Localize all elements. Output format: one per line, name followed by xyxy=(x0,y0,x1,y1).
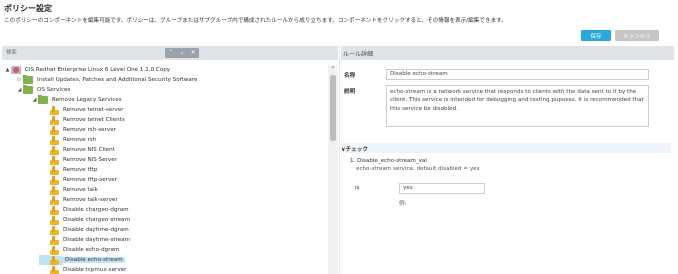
collapse-toggle-icon[interactable]: ◢ xyxy=(16,87,23,93)
tree-node-label: Install Updates, Patches and Additional … xyxy=(37,77,198,83)
rule-icon xyxy=(50,225,59,235)
tree-node-rule[interactable]: Disable tcpmux-server xyxy=(50,265,126,274)
tree-node-rule[interactable]: Remove tftp-server xyxy=(50,175,117,185)
check-section-header[interactable]: ∨チェック xyxy=(341,143,671,153)
group-folder-icon xyxy=(23,85,33,94)
page-description: このポリシーのコンポーネントを編集可能です。ポリシーは、グループまたはサブグルー… xyxy=(4,18,507,24)
tree-node-label: Remove tftp-server xyxy=(63,177,118,183)
tree-node-label: Remove Legacy Services xyxy=(52,97,122,103)
tree-node-label: Remove tftp xyxy=(63,167,98,173)
tree-node-label: Disable chargen-stream xyxy=(63,217,130,223)
rule-icon xyxy=(50,195,59,205)
rule-icon xyxy=(50,245,59,255)
tree-node-rule[interactable]: Remove tftp xyxy=(50,165,97,175)
tree-node-label: Remove NIS Client xyxy=(63,147,115,153)
tree-node-label: Disable echo-stream xyxy=(63,257,125,263)
tree-node-label: Remove rsh xyxy=(63,137,97,143)
page-title: ポリシー設定 xyxy=(4,4,52,13)
rule-icon xyxy=(50,105,59,115)
subgroup-folder-icon xyxy=(38,95,48,104)
expand-toggle-icon[interactable]: ▷ xyxy=(16,77,23,83)
rule-icon xyxy=(50,235,59,245)
save-button[interactable]: 保存 xyxy=(581,30,611,41)
tree-node-label: Disable tcpmux-server xyxy=(63,267,127,273)
panel-divider xyxy=(339,46,340,274)
tree-node-rule[interactable]: Disable echo-dgram xyxy=(50,245,119,255)
tree-node-label: Disable echo-dgram xyxy=(63,247,120,253)
tree-node-label: Remove telnet Clients xyxy=(63,117,125,123)
check-value-field[interactable]: yes xyxy=(399,183,485,194)
rule-icon xyxy=(50,125,59,135)
rule-icon xyxy=(50,255,63,265)
tree-node-rule[interactable]: Remove rsh-server xyxy=(50,125,116,135)
policy-tree-panel: ⌃ ⌄ ✕ ▲ CIS Redhat Enterprise Linux 6 Le… xyxy=(2,46,338,274)
tree-node-label: Disable daytime-stream xyxy=(63,237,131,243)
tree-node-rule[interactable]: Remove talk xyxy=(50,185,98,195)
search-bar: ⌃ ⌄ ✕ xyxy=(2,46,338,60)
collapse-toggle-icon[interactable]: ◢ xyxy=(31,97,38,103)
tree-node-rule[interactable]: Remove NIS Server xyxy=(50,155,117,165)
example-label: 例: xyxy=(399,201,407,207)
tree-node-rule-selected[interactable]: Disable echo-stream xyxy=(39,255,125,265)
rule-description-field[interactable]: echo-stream is a network service that re… xyxy=(386,85,649,127)
tree-node-group[interactable]: ▷ Install Updates, Patches and Additiona… xyxy=(16,75,197,85)
tree-node-rule[interactable]: Disable chargen-dgram xyxy=(50,205,129,215)
rule-icon xyxy=(50,265,59,274)
rule-details-header: ルール詳細 xyxy=(341,46,674,60)
search-previous-icon[interactable]: ⌃ xyxy=(167,48,175,58)
rule-icon xyxy=(50,215,59,225)
tree-node-label: Remove telnet-server xyxy=(63,107,124,113)
rule-icon xyxy=(50,145,59,155)
rule-name-field[interactable]: Disable echo-stream xyxy=(386,69,649,80)
tree-node-label: Remove talk xyxy=(63,187,98,193)
tree-node-rule[interactable]: Remove NIS Client xyxy=(50,145,115,155)
check-name: 1. Disable_echo-stream_val xyxy=(350,158,427,164)
tree-node-label: OS Services xyxy=(37,87,71,93)
tree-node-rule[interactable]: Remove rsh xyxy=(50,135,96,145)
rule-icon xyxy=(50,175,59,185)
rule-icon xyxy=(50,135,59,145)
description-label: 説明 xyxy=(344,89,356,95)
collapse-toggle-icon[interactable]: ▲ xyxy=(4,67,11,73)
scroll-up-icon[interactable]: ⌃ xyxy=(328,65,338,75)
rule-icon xyxy=(50,185,59,195)
scroll-thumb[interactable] xyxy=(330,75,336,141)
tree-node-label: Disable daytime-dgram xyxy=(63,227,129,233)
search-next-icon[interactable]: ⌄ xyxy=(178,48,186,58)
tree-node-label: CIS Redhat Enterprise Linux 6 Level One … xyxy=(25,67,171,73)
tree-node-rule[interactable]: Remove telnet Clients xyxy=(50,115,125,125)
check-section-title: ∨チェック xyxy=(341,147,368,153)
tree-node-rule[interactable]: Remove talk-server xyxy=(50,195,118,205)
tree-node-rule[interactable]: Remove telnet-server xyxy=(50,105,124,115)
page-header: ポリシー設定 このポリシーのコンポーネントを編集可能です。ポリシーは、グループま… xyxy=(0,0,678,45)
tree-node-label: Remove talk-server xyxy=(63,197,118,203)
tree-node-rule[interactable]: Disable daytime-dgram xyxy=(50,225,129,235)
rule-icon xyxy=(50,165,59,175)
tree-node-rule[interactable]: Disable daytime-stream xyxy=(50,235,130,245)
check-description: echo-stream service, default disabled = … xyxy=(356,166,480,172)
selection-highlight xyxy=(39,255,50,265)
policy-tree: ▲ CIS Redhat Enterprise Linux 6 Level On… xyxy=(2,65,330,274)
search-clear-icon[interactable]: ✕ xyxy=(189,48,197,58)
tree-node-subgroup[interactable]: ◢ Remove Legacy Services xyxy=(31,95,122,105)
cancel-button[interactable]: キャンセル xyxy=(615,30,659,41)
rule-icon xyxy=(50,205,59,215)
group-folder-icon xyxy=(23,75,33,84)
tree-node-label: Disable chargen-dgram xyxy=(63,207,129,213)
tree-node-label: Remove rsh-server xyxy=(63,127,116,133)
tree-scrollbar[interactable]: ⌃ xyxy=(328,65,338,274)
tree-node-policy-root[interactable]: ▲ CIS Redhat Enterprise Linux 6 Level On… xyxy=(4,65,170,75)
search-navigation: ⌃ ⌄ ✕ xyxy=(165,48,199,58)
name-label: 名称 xyxy=(344,73,356,79)
rule-icon xyxy=(50,115,59,125)
tree-node-label: Remove NIS Server xyxy=(63,157,117,163)
rule-details-panel: ルール詳細 名称 Disable echo-stream 説明 echo-str… xyxy=(341,46,678,274)
rule-details-title: ルール詳細 xyxy=(343,51,374,58)
rule-icon xyxy=(50,155,59,165)
policy-icon xyxy=(11,66,21,74)
tree-node-group[interactable]: ◢ OS Services xyxy=(16,85,70,95)
tree-node-rule[interactable]: Disable chargen-stream xyxy=(50,215,130,225)
search-input[interactable] xyxy=(6,48,156,58)
operator-label: is xyxy=(355,185,360,191)
